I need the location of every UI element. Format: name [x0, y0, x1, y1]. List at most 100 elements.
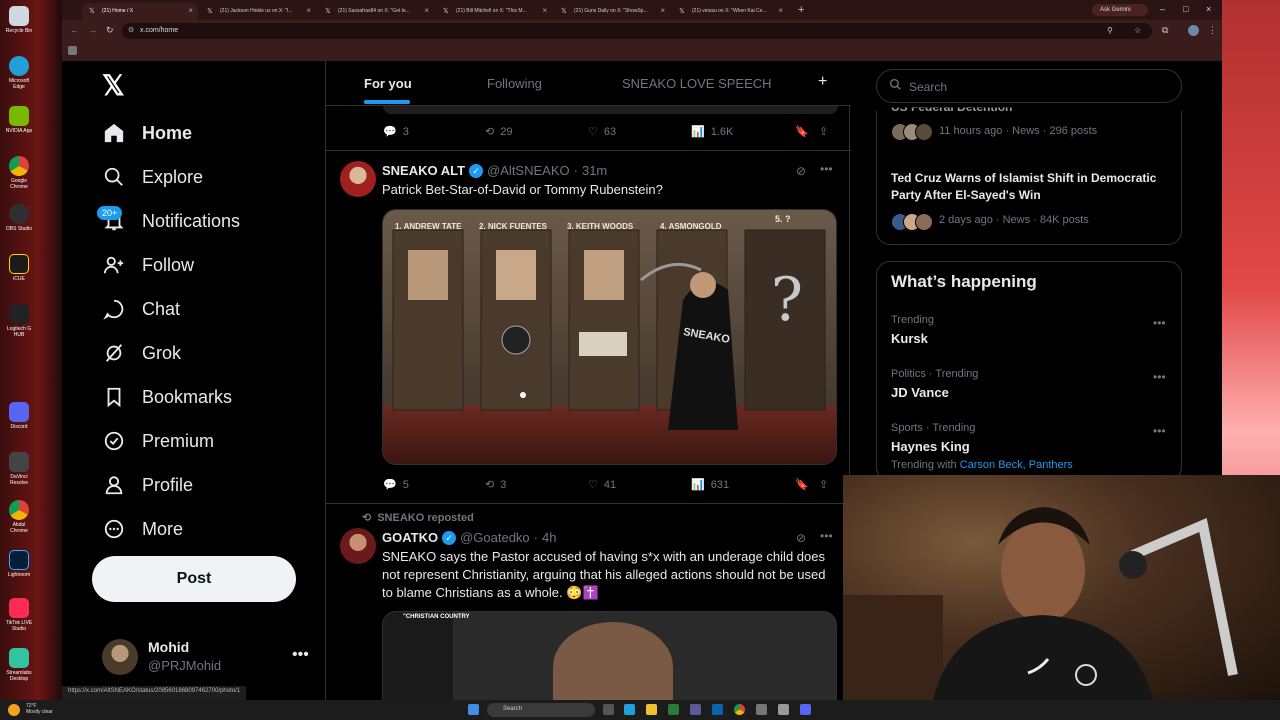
close-icon[interactable]: × — [542, 6, 547, 15]
search-input[interactable]: Search — [876, 69, 1182, 103]
trend-more-icon[interactable]: ••• — [1153, 424, 1166, 438]
maximize-icon[interactable]: □ — [1183, 4, 1188, 14]
chrome-taskbar-icon[interactable] — [734, 704, 745, 715]
close-icon[interactable]: × — [188, 6, 193, 15]
desktop-icon-abdul-chrome[interactable]: Abdul Chrome — [4, 500, 34, 534]
desktop-icon-davinci[interactable]: DaVinci Resolve — [4, 452, 34, 486]
apps-icon[interactable] — [68, 46, 77, 55]
app-taskbar-icon[interactable] — [668, 704, 679, 715]
extensions-icon[interactable]: ⧉ — [1162, 25, 1168, 36]
browser-tab[interactable]: 𝕏 (21) Sassafras84 on X: "Get le... × — [318, 3, 434, 20]
author-name[interactable]: SNEAKO ALT — [382, 163, 465, 178]
news-title[interactable]: Ted Cruz Warns of Islamist Shift in Demo… — [891, 170, 1171, 204]
windows-start-icon[interactable] — [468, 704, 479, 715]
nav-premium[interactable]: Premium — [102, 426, 214, 456]
reply-button[interactable]: 💬 3 — [383, 125, 409, 139]
browser-tab[interactable]: 𝕏 (21) Home / X × — [82, 3, 198, 20]
avatar[interactable] — [340, 528, 376, 564]
nav-grok[interactable]: Grok — [102, 338, 181, 368]
app-taskbar-icon[interactable] — [778, 704, 789, 715]
share-button[interactable]: ⇪ — [819, 125, 828, 138]
close-icon[interactable]: × — [660, 6, 665, 15]
reply-button[interactable]: 💬 5 — [383, 478, 409, 492]
zoom-icon[interactable]: ⚲ — [1107, 26, 1113, 35]
repost-button[interactable]: ⟲ 29 — [485, 125, 512, 139]
post-button[interactable]: Post — [92, 556, 296, 602]
trend-more-icon[interactable]: ••• — [1153, 316, 1166, 330]
browser-menu-icon[interactable]: ⋮ — [1208, 25, 1217, 36]
views-button[interactable]: 📊 631 — [691, 478, 729, 492]
tab-following[interactable]: Following — [487, 76, 542, 91]
author-name[interactable]: GOATKO — [382, 530, 438, 545]
browser-tab[interactable]: 𝕏 (21) Guns Daily on X: "ShowSp... × — [554, 3, 670, 20]
task-view-icon[interactable] — [603, 704, 614, 715]
grok-icon[interactable]: ⊘ — [796, 531, 806, 545]
edge-taskbar-icon[interactable] — [624, 704, 635, 715]
desktop-icon-chrome[interactable]: Google Chrome — [4, 156, 34, 190]
trend-name[interactable]: Kursk — [891, 331, 928, 346]
site-info-icon[interactable]: ⚙ — [128, 26, 134, 34]
trend-more-icon[interactable]: ••• — [1153, 370, 1166, 384]
add-tab-icon[interactable]: + — [818, 73, 827, 91]
tab-sneako-love-speech[interactable]: SNEAKO LOVE SPEECH — [622, 76, 772, 91]
weather-widget[interactable]: 72°F Mostly clear — [26, 703, 53, 715]
nav-notifications[interactable]: Notifications — [102, 206, 240, 236]
trend-with-link[interactable]: Carson Beck, Panthers — [960, 459, 1073, 471]
tweet-image[interactable]: ? 1. ANDREW TATE 2. NICK FUENTES 3. KEIT… — [382, 209, 837, 465]
nav-bookmarks[interactable]: Bookmarks — [102, 382, 232, 412]
previous-tweet-media[interactable] — [383, 106, 838, 114]
browser-tab[interactable]: 𝕏 (21) Jackson Hinkle us on X: "I... × — [200, 3, 316, 20]
desktop-icon-ghub[interactable]: Logitech G HUB — [4, 304, 34, 338]
minimize-icon[interactable]: – — [1160, 4, 1165, 14]
profile-avatar-icon[interactable] — [1188, 25, 1199, 36]
discord-taskbar-icon[interactable] — [800, 704, 811, 715]
close-icon[interactable]: × — [306, 6, 311, 15]
reload-icon[interactable]: ↻ — [106, 25, 114, 36]
repost-by[interactable]: SNEAKO reposted — [377, 512, 474, 524]
mail-taskbar-icon[interactable] — [712, 704, 723, 715]
author-handle[interactable]: @AltSNEAKO — [487, 163, 570, 178]
browser-tab[interactable]: 𝕏 (21) veizau on X: "When Kai Ce... × — [672, 3, 788, 20]
desktop-icon-tiktok[interactable]: TikTok LIVE Studio — [4, 598, 34, 632]
nav-explore[interactable]: Explore — [102, 162, 203, 192]
repost-button[interactable]: ⟲ 3 — [485, 478, 506, 492]
close-icon[interactable]: × — [778, 6, 783, 15]
desktop-icon-recycle-bin[interactable]: Recycle Bin — [4, 6, 34, 34]
tweet-more-icon[interactable]: ••• — [820, 529, 833, 543]
url-field[interactable]: ⚙ x.com/home ⚲ ☆ — [122, 23, 1152, 39]
share-button[interactable]: ⇪ — [819, 478, 828, 491]
tweet-time[interactable]: 4h — [542, 530, 556, 545]
tab-for-you[interactable]: For you — [364, 76, 412, 91]
browser-tab[interactable]: 𝕏 (21) Bill Mitchell on X: "This M... × — [436, 3, 552, 20]
desktop-icon-lightroom[interactable]: Lightroom — [4, 550, 34, 578]
grok-icon[interactable]: ⊘ — [796, 164, 806, 178]
new-tab-button[interactable]: + — [798, 4, 804, 16]
trend-name[interactable]: JD Vance — [891, 385, 949, 400]
star-icon[interactable]: ☆ — [1134, 26, 1141, 35]
like-button[interactable]: ♡ 63 — [588, 125, 616, 139]
nav-home[interactable]: Home — [102, 118, 192, 148]
desktop-icon-discord[interactable]: Discord — [4, 402, 34, 430]
desktop-icon-icue[interactable]: iCUE — [4, 254, 34, 282]
author-handle[interactable]: @Goatedko — [460, 530, 530, 545]
taskbar-search[interactable]: Search — [487, 703, 595, 717]
close-icon[interactable]: × — [424, 6, 429, 15]
back-icon[interactable]: ← — [70, 25, 79, 35]
account-name[interactable]: Mohid — [148, 639, 189, 655]
desktop-icon-streamlabs[interactable]: Streamlabs Desktop — [4, 648, 34, 682]
ask-gemini-button[interactable]: Ask Gemini — [1092, 4, 1148, 16]
like-button[interactable]: ♡ 41 — [588, 478, 616, 492]
nav-more[interactable]: More — [102, 514, 183, 544]
tweet-more-icon[interactable]: ••• — [820, 162, 833, 176]
nav-profile[interactable]: Profile — [102, 470, 193, 500]
nav-chat[interactable]: Chat — [102, 294, 180, 324]
x-logo-icon[interactable]: 𝕏 — [102, 69, 125, 102]
avatar[interactable] — [340, 161, 376, 197]
app-taskbar-icon[interactable] — [690, 704, 701, 715]
forward-icon[interactable]: → — [88, 25, 97, 35]
tweet-video[interactable]: "CHRISTIAN COUNTRY — [382, 611, 837, 700]
app-taskbar-icon[interactable] — [756, 704, 767, 715]
close-window-icon[interactable]: × — [1206, 4, 1211, 14]
avatar[interactable] — [102, 639, 138, 675]
desktop-icon-obs[interactable]: OBS Studio — [4, 204, 34, 232]
